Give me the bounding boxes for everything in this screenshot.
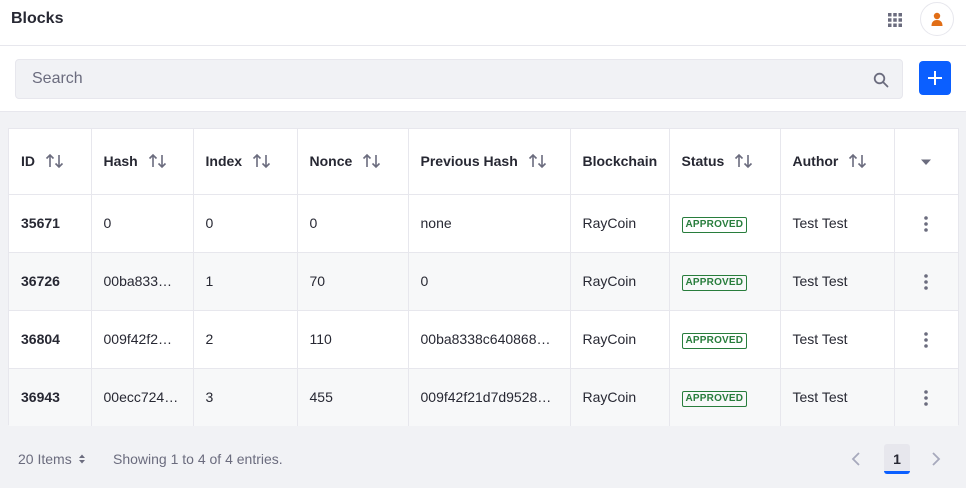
- column-header-index[interactable]: Index: [193, 129, 298, 195]
- sort-caret-icon: [78, 454, 85, 464]
- column-header-status[interactable]: Status: [669, 129, 781, 195]
- search-input[interactable]: [16, 60, 856, 98]
- column-label: Previous Hash: [420, 153, 518, 170]
- cell-hash: 009f42f2…: [91, 310, 194, 369]
- search-box: [15, 59, 903, 99]
- cell-nonce: 70: [297, 252, 409, 311]
- cell-nonce: 110: [297, 310, 409, 369]
- blocks-table-card: ID Hash Index Nonce Previous Hash Blockc…: [8, 128, 959, 426]
- items-per-page-label: 20 Items: [18, 451, 72, 467]
- sort-icon[interactable]: [362, 153, 382, 169]
- column-header-nonce[interactable]: Nonce: [297, 129, 409, 195]
- cell-previous-hash: 0: [408, 252, 571, 311]
- column-label: Author: [792, 153, 839, 170]
- search-bar: [0, 46, 966, 112]
- column-label: Hash: [103, 153, 138, 170]
- cell-blockchain: RayCoin: [570, 310, 670, 369]
- cell-id: 36943: [9, 368, 92, 426]
- cell-previous-hash: 009f42f21d7d9528…: [408, 368, 571, 426]
- status-badge: APPROVED: [681, 332, 748, 349]
- status-badge: APPROVED: [681, 216, 748, 233]
- entries-summary: Showing 1 to 4 of 4 entries.: [113, 451, 283, 467]
- column-header-hash[interactable]: Hash: [91, 129, 194, 195]
- top-bar: Blocks: [0, 0, 966, 46]
- cell-blockchain: RayCoin: [570, 252, 670, 311]
- cell-index: 1: [193, 252, 298, 311]
- kebab-menu-icon[interactable]: [924, 390, 929, 406]
- caret-down-icon[interactable]: [920, 158, 932, 166]
- add-block-button[interactable]: [919, 61, 951, 95]
- status-badge: APPROVED: [681, 274, 748, 291]
- column-header-previous-hash[interactable]: Previous Hash: [408, 129, 571, 195]
- pagination-bar: 20 Items Showing 1 to 4 of 4 entries. 1: [0, 426, 966, 488]
- sort-icon[interactable]: [848, 153, 868, 169]
- cell-hash: 0: [91, 194, 194, 253]
- table-row[interactable]: 35671 0 0 0 none RayCoin APPROVED Test T…: [9, 194, 958, 253]
- table-header-row: ID Hash Index Nonce Previous Hash Blockc…: [9, 129, 958, 195]
- column-label: Nonce: [309, 153, 353, 170]
- cell-index: 2: [193, 310, 298, 369]
- sort-icon[interactable]: [734, 153, 754, 169]
- chevron-left-icon[interactable]: [850, 451, 862, 467]
- cell-blockchain: RayCoin: [570, 368, 670, 426]
- sort-icon[interactable]: [148, 153, 168, 169]
- kebab-menu-icon[interactable]: [924, 215, 929, 232]
- cell-nonce: 455: [297, 368, 409, 426]
- plus-icon: [928, 71, 942, 85]
- cell-author: Test Test: [780, 252, 895, 311]
- cell-actions: [894, 310, 958, 369]
- sort-icon[interactable]: [528, 153, 548, 169]
- column-header-blockchain: Blockchain: [570, 129, 670, 195]
- cell-id: 36726: [9, 252, 92, 311]
- cell-actions: [894, 368, 958, 426]
- kebab-menu-icon[interactable]: [924, 331, 929, 348]
- kebab-menu-icon[interactable]: [924, 273, 929, 290]
- blocks-table: ID Hash Index Nonce Previous Hash Blockc…: [9, 129, 958, 426]
- cell-index: 0: [193, 194, 298, 253]
- status-badge: APPROVED: [681, 390, 748, 407]
- page-title: Blocks: [11, 10, 64, 27]
- cell-blockchain: RayCoin: [570, 194, 670, 253]
- cell-status: APPROVED: [669, 252, 781, 311]
- cell-status: APPROVED: [669, 194, 781, 253]
- table-row[interactable]: 36804 009f42f2… 2 110 00ba8338c640868… R…: [9, 310, 958, 369]
- cell-hash: 00ecc724…: [91, 368, 194, 426]
- chevron-right-icon[interactable]: [930, 451, 942, 467]
- cell-author: Test Test: [780, 194, 895, 253]
- column-label: Index: [205, 153, 243, 170]
- cell-actions: [894, 252, 958, 311]
- column-label: ID: [21, 153, 35, 170]
- cell-author: Test Test: [780, 310, 895, 369]
- cell-id: 36804: [9, 310, 92, 369]
- cell-previous-hash: 00ba8338c640868…: [408, 310, 571, 369]
- column-label: Blockchain: [582, 153, 658, 170]
- cell-id: 35671: [9, 194, 92, 253]
- sort-icon[interactable]: [45, 153, 65, 169]
- cell-index: 3: [193, 368, 298, 426]
- items-per-page-select[interactable]: 20 Items: [18, 451, 86, 467]
- table-row[interactable]: 36943 00ecc724… 3 455 009f42f21d7d9528… …: [9, 368, 958, 426]
- user-avatar[interactable]: [920, 2, 954, 36]
- cell-hash: 00ba833…: [91, 252, 194, 311]
- cell-previous-hash: none: [408, 194, 571, 253]
- sort-icon[interactable]: [252, 153, 272, 169]
- cell-status: APPROVED: [669, 310, 781, 369]
- page-button[interactable]: 1: [884, 444, 910, 474]
- table-row[interactable]: 36726 00ba833… 1 70 0 RayCoin APPROVED T…: [9, 252, 958, 311]
- column-header-author[interactable]: Author: [780, 129, 895, 195]
- cell-actions: [894, 194, 958, 253]
- column-options-header[interactable]: [894, 129, 958, 195]
- search-icon[interactable]: [873, 72, 889, 88]
- column-label: Status: [681, 153, 725, 170]
- user-avatar-icon: [931, 12, 943, 26]
- grid-apps-icon[interactable]: [887, 12, 903, 28]
- column-header-id[interactable]: ID: [9, 129, 92, 195]
- cell-status: APPROVED: [669, 368, 781, 426]
- cell-author: Test Test: [780, 368, 895, 426]
- cell-nonce: 0: [297, 194, 409, 253]
